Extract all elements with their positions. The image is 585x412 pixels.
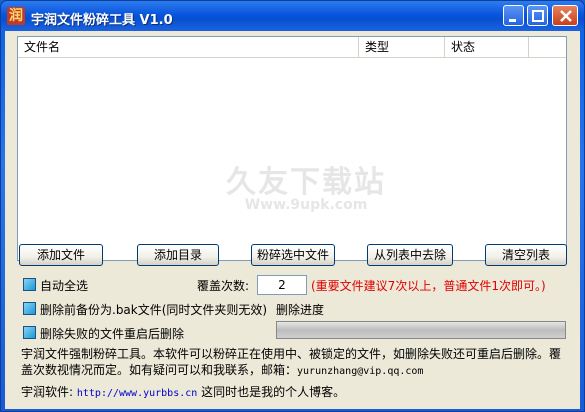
watermark: 久友下载站 Www.9upk.com bbox=[226, 157, 386, 213]
footer-prefix: 宇润软件: bbox=[21, 385, 74, 399]
overwrite-count-label: 覆盖次数: bbox=[197, 279, 250, 293]
backup-checkbox[interactable] bbox=[23, 302, 36, 315]
add-file-button[interactable]: 添加文件 bbox=[19, 244, 103, 266]
watermark-text: 久友下载站 bbox=[226, 165, 386, 200]
title-bar[interactable]: 润 宇润文件粉碎工具 V1.0 bbox=[1, 1, 584, 31]
minimize-icon bbox=[509, 19, 516, 22]
remove-from-list-button[interactable]: 从列表中去除 bbox=[367, 244, 453, 266]
watermark-url: Www.9upk.com bbox=[244, 197, 368, 213]
app-icon: 润 bbox=[7, 7, 25, 25]
description-body: 宇润文件强制粉碎工具。本软件可以粉碎正在使用中、被锁定的文件，如删除失败还可重启… bbox=[21, 347, 562, 377]
auto-select-all-label: 自动全选 bbox=[40, 279, 89, 293]
window-title: 宇润文件粉碎工具 V1.0 bbox=[31, 13, 173, 28]
website-link[interactable]: http://www.yurbbs.cn bbox=[77, 388, 197, 399]
footer: 宇润软件: http://www.yurbbs.cn 这同时也是我的个人博客。 bbox=[21, 383, 345, 400]
client-area: 文件名 类型 状态 久友下载站 Www.9upk.com 添加文件 添加目录 粉… bbox=[5, 31, 580, 409]
description-text: 宇润文件强制粉碎工具。本软件可以粉碎正在使用中、被锁定的文件，如删除失败还可重启… bbox=[21, 346, 571, 380]
column-header-filler bbox=[529, 37, 566, 57]
auto-select-all-checkbox[interactable] bbox=[23, 278, 36, 291]
column-header-status[interactable]: 状态 bbox=[445, 37, 529, 57]
app-window: 润 宇润文件粉碎工具 V1.0 文件名 类型 状态 久友下载站 Www.9upk… bbox=[0, 0, 585, 412]
contact-email: yurunzhang@vip.qq.com bbox=[297, 366, 424, 377]
footer-suffix: 这同时也是我的个人博客。 bbox=[201, 385, 346, 399]
close-button[interactable] bbox=[552, 5, 578, 26]
maximize-button[interactable] bbox=[527, 5, 548, 26]
shred-selected-button[interactable]: 粉碎选中文件 bbox=[251, 244, 335, 266]
file-list[interactable]: 文件名 类型 状态 久友下载站 Www.9upk.com bbox=[17, 36, 567, 261]
delete-progress-bar bbox=[276, 321, 566, 339]
maximize-icon bbox=[532, 10, 544, 22]
backup-label: 删除前备份为.bak文件(同时文件夹则无效) bbox=[40, 303, 268, 317]
add-directory-button[interactable]: 添加目录 bbox=[137, 244, 219, 266]
clear-list-button[interactable]: 清空列表 bbox=[485, 244, 567, 266]
overwrite-count-input[interactable]: 2 bbox=[257, 275, 307, 295]
file-list-header: 文件名 类型 状态 bbox=[18, 37, 566, 58]
overwrite-hint: (重要文件建议7次以上，普通文件1次即可。) bbox=[311, 279, 546, 293]
column-header-type[interactable]: 类型 bbox=[359, 37, 445, 57]
restart-delete-label: 删除失败的文件重启后删除 bbox=[40, 327, 185, 341]
progress-label: 删除进度 bbox=[276, 303, 325, 317]
column-header-filename[interactable]: 文件名 bbox=[18, 37, 359, 57]
restart-delete-checkbox[interactable] bbox=[23, 326, 36, 339]
close-icon bbox=[560, 10, 572, 22]
minimize-button[interactable] bbox=[503, 5, 524, 26]
